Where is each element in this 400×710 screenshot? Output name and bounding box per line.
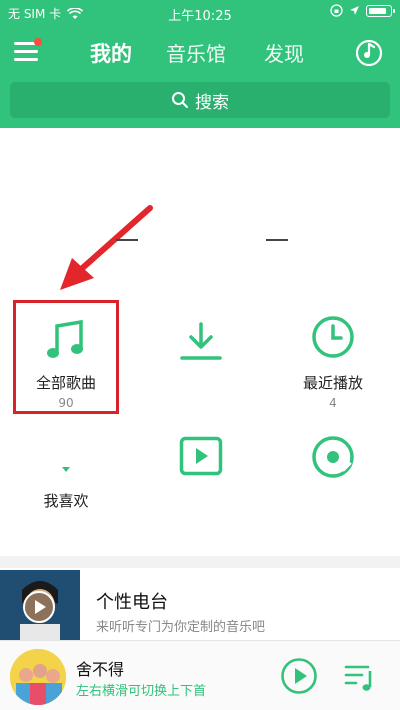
app-header: 无 SIM 卡 上午10:25 我的 音乐馆 发现 搜索	[0, 0, 400, 128]
disc-icon	[312, 436, 354, 478]
chevron-down-icon	[62, 467, 70, 472]
now-playing-icon[interactable]	[354, 38, 384, 68]
favorites-label: 我喜欢	[43, 492, 89, 510]
download-icon	[180, 322, 222, 360]
song-title: 舍不得	[76, 660, 125, 679]
album-art-icon	[10, 649, 66, 705]
clock-icon	[312, 316, 354, 358]
swipe-hint: 左右横滑可切换上下首	[76, 684, 207, 699]
favorites-tile[interactable]: 我喜欢	[13, 430, 119, 520]
recent-plays-label: 最近播放	[302, 374, 363, 392]
status-right	[330, 4, 395, 17]
play-button-icon[interactable]	[280, 657, 318, 695]
local-music-tile[interactable]	[280, 430, 386, 520]
annotation-highlight-box	[13, 300, 119, 414]
playlist-icon[interactable]	[344, 661, 376, 693]
recent-plays-tile[interactable]: 最近播放 4	[280, 300, 386, 414]
video-play-icon	[179, 436, 223, 476]
radio-title: 个性电台	[96, 592, 168, 613]
section-divider	[0, 556, 400, 568]
notification-dot-icon	[34, 38, 42, 46]
downloads-tile[interactable]	[148, 300, 254, 414]
top-nav: 我的 音乐馆 发现	[0, 28, 400, 78]
divider-dash	[266, 239, 288, 241]
location-icon	[350, 6, 359, 15]
annotation-arrow-icon	[60, 205, 153, 290]
divider-dash	[116, 239, 138, 241]
status-bar: 无 SIM 卡 上午10:25	[0, 0, 400, 26]
battery-icon	[366, 4, 395, 17]
recent-plays-count: 4	[329, 396, 337, 410]
tab-discover[interactable]: 发现	[264, 38, 304, 67]
radio-cover-image	[0, 570, 80, 640]
search-bar[interactable]: 搜索	[10, 82, 390, 118]
play-circle-icon	[23, 591, 55, 623]
album-cover-image[interactable]	[10, 649, 66, 705]
video-tile[interactable]	[148, 430, 254, 520]
search-icon	[172, 92, 188, 108]
radio-subtitle: 来听听专门为你定制的音乐吧	[96, 620, 266, 635]
rotation-lock-icon	[330, 4, 343, 17]
search-placeholder: 搜索	[195, 92, 229, 113]
personal-radio-row[interactable]: 个性电台 来听听专门为你定制的音乐吧	[0, 568, 400, 640]
tab-music-hall[interactable]: 音乐馆	[166, 38, 226, 67]
mini-player: 舍不得 左右横滑可切换上下首	[0, 640, 400, 710]
tab-mine[interactable]: 我的	[90, 38, 132, 68]
menu-button[interactable]	[14, 38, 42, 66]
